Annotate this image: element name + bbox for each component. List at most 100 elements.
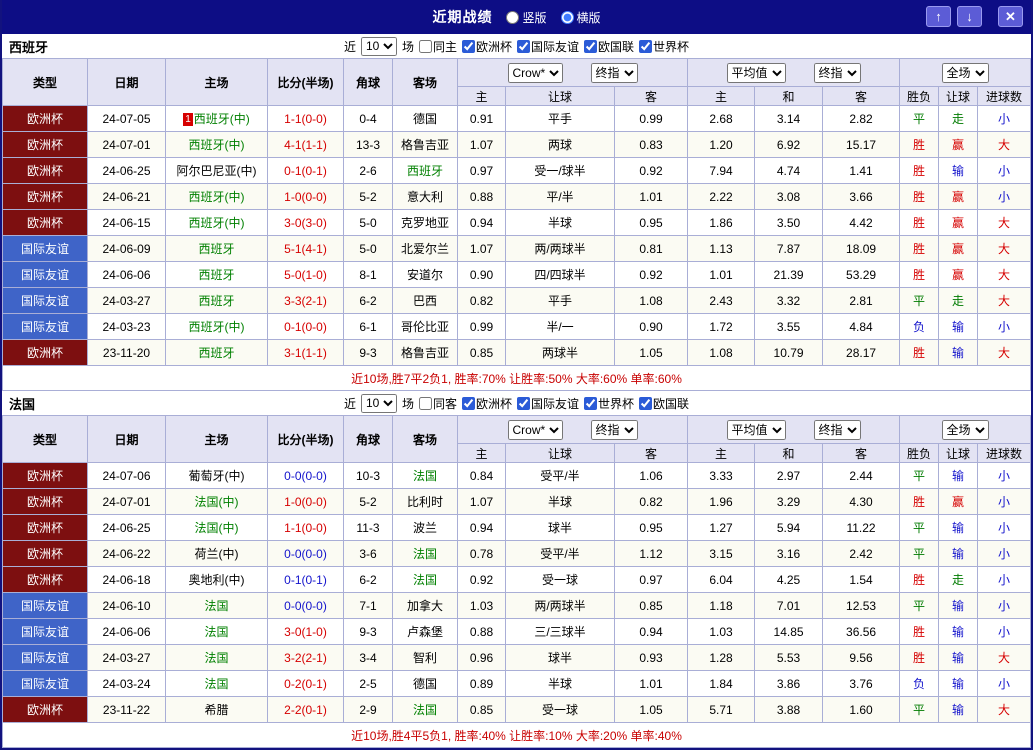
same-away-option[interactable]: 同客 xyxy=(418,395,457,412)
league-filter-option[interactable]: 国际友谊 xyxy=(517,395,579,412)
horizontal-layout-option[interactable]: 横版 xyxy=(560,9,601,26)
league-checkbox[interactable] xyxy=(584,39,598,53)
score-cell: 0-1(0-1) xyxy=(267,157,344,184)
eu-home-odds-cell: 1.13 xyxy=(687,235,756,262)
match-type-cell: 欧洲杯 xyxy=(2,131,88,158)
euro-odds-source-select[interactable]: 平均值 xyxy=(726,62,786,83)
match-type-cell: 欧洲杯 xyxy=(2,339,88,366)
match-date-cell: 24-03-23 xyxy=(87,313,166,340)
ah-away-odds-cell: 1.05 xyxy=(613,696,689,723)
close-button[interactable]: ✕ xyxy=(998,6,1023,27)
games-count-select[interactable]: 10 xyxy=(360,393,397,413)
league-filter-option[interactable]: 欧国联 xyxy=(584,38,634,55)
match-row: 欧洲杯 24-06-25 阿尔巴尼亚(中) 0-1(0-1) 2-6 西班牙 0… xyxy=(2,157,1031,184)
asian-odds-time-select[interactable]: 终指 xyxy=(590,62,638,83)
away-team-cell: 德国 xyxy=(392,670,458,697)
eu-home-odds-cell: 7.94 xyxy=(687,157,756,184)
league-checkbox[interactable] xyxy=(639,396,653,410)
league-checkbox[interactable] xyxy=(517,396,530,410)
eu-home-odds-cell: 1.72 xyxy=(687,313,756,340)
match-row: 欧洲杯 23-11-22 希腊 2-2(0-1) 2-9 法国 0.85 受一球… xyxy=(2,696,1031,723)
euro-odds-time-select[interactable]: 终指 xyxy=(813,419,861,440)
eu-away-odds-cell: 12.53 xyxy=(822,592,901,619)
scroll-up-button[interactable]: ↑ xyxy=(926,6,951,27)
away-team-name: 卢森堡 xyxy=(406,625,443,639)
result-goals-cell: 小 xyxy=(977,618,1031,645)
away-team-name: 法国 xyxy=(412,703,437,717)
home-team-name: 法国 xyxy=(204,625,229,639)
result-handicap-cell: 输 xyxy=(938,339,979,366)
league-filter-option[interactable]: 欧洲杯 xyxy=(461,38,512,55)
league-checkbox[interactable] xyxy=(461,39,475,53)
vertical-layout-option[interactable]: 竖版 xyxy=(506,9,547,26)
same-home-checkbox[interactable] xyxy=(418,39,432,53)
corner-cell: 13-3 xyxy=(343,131,393,158)
league-filter-option[interactable]: 世界杯 xyxy=(584,395,634,412)
result-scope-select[interactable]: 全场 xyxy=(941,419,989,440)
ah-home-odds-cell: 0.96 xyxy=(457,644,506,671)
league-checkbox[interactable] xyxy=(584,396,598,410)
league-checkbox[interactable] xyxy=(461,396,475,410)
ah-home-odds-cell: 0.85 xyxy=(457,696,506,723)
away-team-name: 加拿大 xyxy=(406,599,443,613)
result-handicap-cell: 赢 xyxy=(938,209,979,236)
league-checkbox[interactable] xyxy=(517,39,530,53)
league-filter-option[interactable]: 国际友谊 xyxy=(517,38,579,55)
match-row: 欧洲杯 24-07-01 西班牙(中) 4-1(1-1) 13-3 格鲁吉亚 1… xyxy=(2,131,1031,158)
euro-odds-time-select[interactable]: 终指 xyxy=(813,62,861,83)
eu-draw-odds-cell: 3.14 xyxy=(754,105,824,132)
same-home-option[interactable]: 同主 xyxy=(418,38,457,55)
games-unit-label: 场 xyxy=(401,39,414,54)
eu-draw-odds-cell: 7.01 xyxy=(754,592,824,619)
home-team-name: 西班牙 xyxy=(198,294,235,308)
same-away-checkbox[interactable] xyxy=(418,396,432,410)
euro-odds-group-header: 平均值 终指 xyxy=(687,415,901,444)
corner-cell: 2-6 xyxy=(343,157,393,184)
ah-away-odds-cell: 0.97 xyxy=(613,566,689,593)
home-team-name: 法国 xyxy=(204,599,229,613)
league-filter-option[interactable]: 世界杯 xyxy=(639,38,689,55)
handicap-cell: 受一/球半 xyxy=(505,157,615,184)
away-team-cell: 巴西 xyxy=(392,287,458,314)
scroll-down-button[interactable]: ↓ xyxy=(957,6,982,27)
eu-draw-odds-cell: 3.32 xyxy=(754,287,824,314)
match-date-cell: 24-03-24 xyxy=(87,670,166,697)
match-type-cell: 欧洲杯 xyxy=(2,488,88,515)
match-date-cell: 24-06-25 xyxy=(87,157,166,184)
eu-home-odds-cell: 3.15 xyxy=(687,540,756,567)
ah-home-odds-cell: 0.97 xyxy=(457,157,506,184)
away-team-cell: 意大利 xyxy=(392,183,458,210)
eu-draw-odds-cell: 4.25 xyxy=(754,566,824,593)
home-team-name: 西班牙(中) xyxy=(193,112,250,126)
horizontal-layout-radio[interactable] xyxy=(560,10,574,24)
euro-odds-source-select[interactable]: 平均值 xyxy=(726,419,786,440)
games-unit-label: 场 xyxy=(401,396,414,411)
corner-cell: 6-2 xyxy=(343,566,393,593)
league-filter-option[interactable]: 欧洲杯 xyxy=(461,395,512,412)
asian-odds-time-select[interactable]: 终指 xyxy=(590,419,638,440)
games-count-select[interactable]: 10 xyxy=(360,36,397,56)
summary-row: 近10场,胜4平5负1, 胜率:40% 让胜率:10% 大率:20% 单率:40… xyxy=(2,722,1031,748)
asian-odds-source-select[interactable]: Crow* xyxy=(507,419,563,440)
ah-home-odds-cell: 1.07 xyxy=(457,488,506,515)
eu-away-odds-cell: 4.30 xyxy=(822,488,901,515)
match-row: 国际友谊 24-06-10 法国 0-0(0-0) 7-1 加拿大 1.03 两… xyxy=(2,592,1031,619)
league-checkbox[interactable] xyxy=(639,39,653,53)
vertical-layout-radio[interactable] xyxy=(506,10,520,24)
eu-away-odds-cell: 4.84 xyxy=(822,313,901,340)
score-cell: 5-1(4-1) xyxy=(267,235,344,262)
asian-odds-source-select[interactable]: Crow* xyxy=(507,62,563,83)
eu-away-odds-cell: 2.82 xyxy=(822,105,901,132)
away-team-cell: 法国 xyxy=(392,566,458,593)
eu-away-odds-cell: 18.09 xyxy=(822,235,901,262)
subcol-result-goals: 进球数 xyxy=(977,443,1031,463)
home-team-name: 荷兰(中) xyxy=(194,547,239,561)
eu-draw-odds-cell: 3.29 xyxy=(754,488,824,515)
result-scope-select[interactable]: 全场 xyxy=(941,62,989,83)
away-team-name: 克罗地亚 xyxy=(400,216,449,230)
league-filter-option[interactable]: 欧国联 xyxy=(639,395,689,412)
col-score: 比分(半场) xyxy=(267,58,344,106)
away-team-cell: 安道尔 xyxy=(392,261,458,288)
result-handicap-cell: 输 xyxy=(938,670,979,697)
subcol-eu-draw: 和 xyxy=(754,86,824,106)
